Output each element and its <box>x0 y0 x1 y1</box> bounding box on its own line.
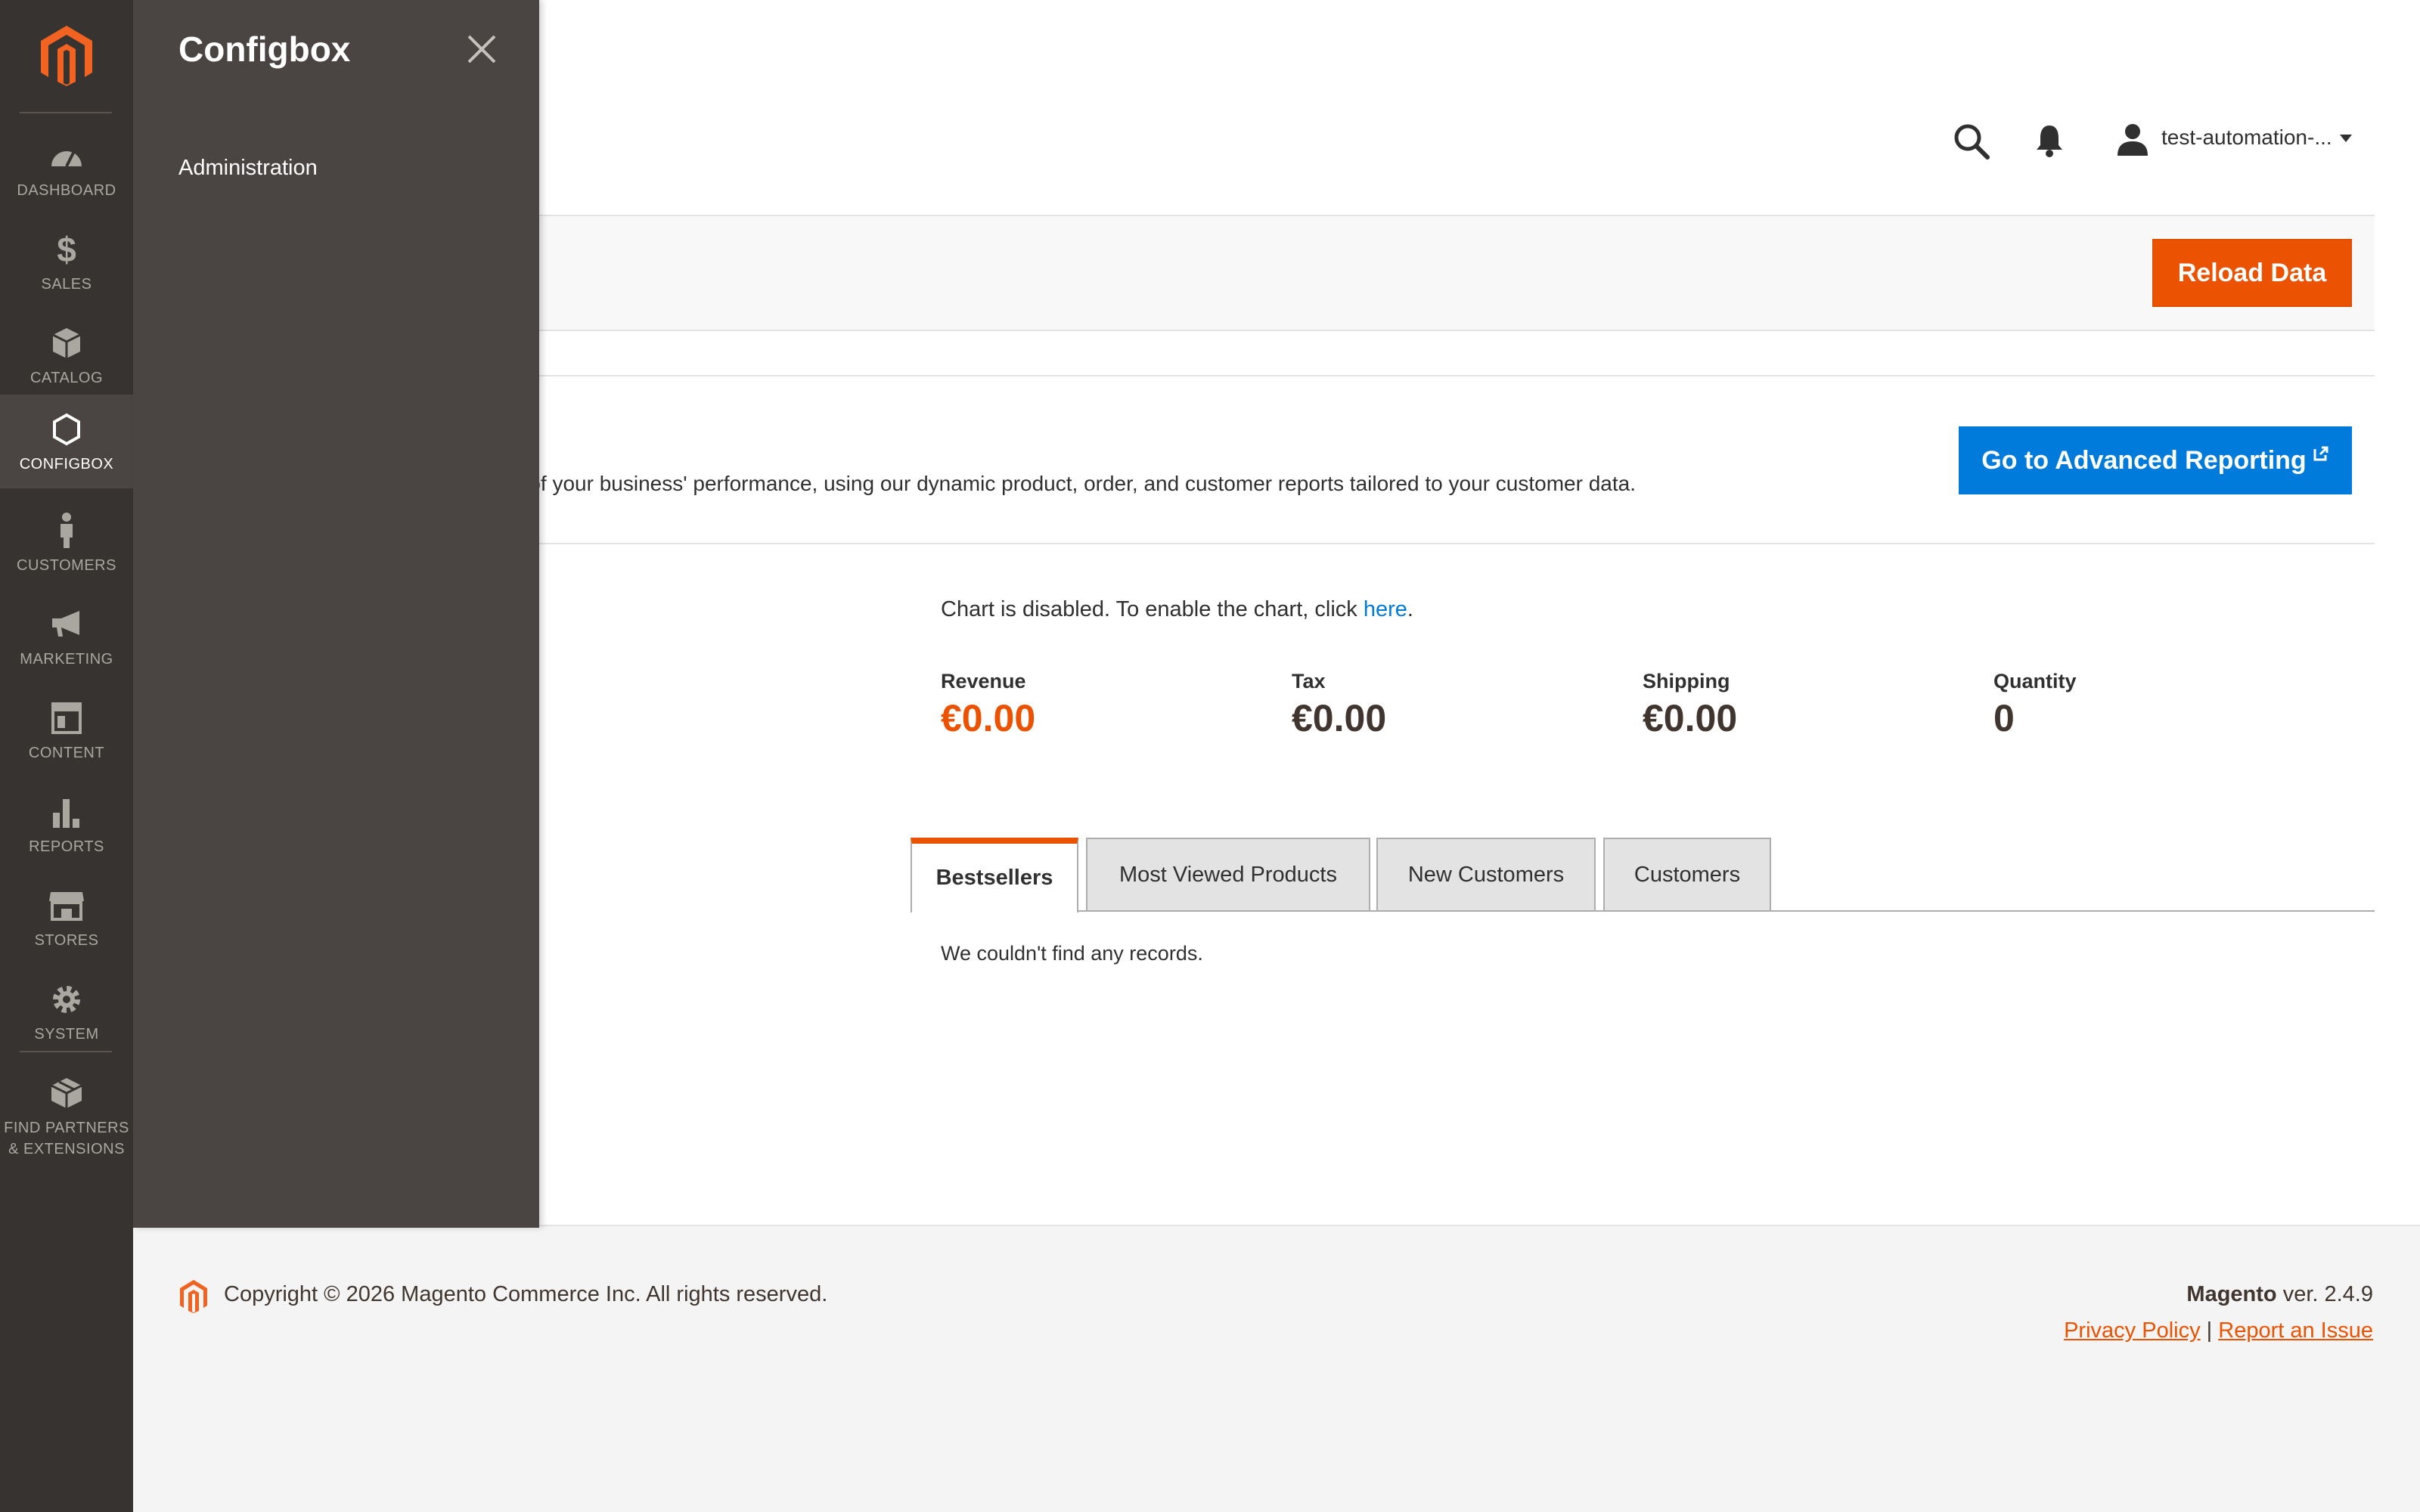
tab-customers[interactable]: Customers <box>1603 838 1771 912</box>
hexagon-icon <box>0 411 133 448</box>
bar-chart-icon <box>0 794 133 830</box>
person-icon <box>0 513 133 549</box>
page-footer <box>133 1225 2420 1512</box>
chart-disabled-note: Chart is disabled. To enable the chart, … <box>941 597 1413 622</box>
privacy-policy-link[interactable]: Privacy Policy <box>2064 1318 2201 1343</box>
tab-bestsellers[interactable]: Bestsellers <box>911 838 1078 913</box>
footer-links: Privacy Policy | Report an Issue <box>2064 1318 2373 1343</box>
total-value: €0.00 <box>1292 697 1387 739</box>
dollar-icon: $ <box>57 230 76 269</box>
nav-item-configbox[interactable]: CONFIGBOX <box>0 395 133 488</box>
go-to-advanced-reporting-button[interactable]: Go to Advanced Reporting <box>1959 426 2352 494</box>
bell-icon[interactable] <box>2034 124 2065 157</box>
menu-divider <box>20 112 112 113</box>
nav-extensions-line2: & EXTENSIONS <box>8 1141 125 1157</box>
total-value: €0.00 <box>941 697 1036 739</box>
megaphone-icon <box>0 606 133 643</box>
footer-separator: | <box>2206 1318 2213 1343</box>
nav-item-customers[interactable]: CUSTOMERS <box>0 496 133 590</box>
submenu-title: Configbox <box>178 29 351 69</box>
total-value: €0.00 <box>1643 697 1738 739</box>
chart-note-text: Chart is disabled. To enable the chart, … <box>941 597 1364 621</box>
chevron-down-icon[interactable] <box>2338 133 2353 144</box>
nav-item-sales[interactable]: $ SALES <box>0 215 133 308</box>
copyright-text: Copyright © 2026 Magento Commerce Inc. A… <box>224 1282 828 1306</box>
admin-menu: DASHBOARD $ SALES CATALOG CONFIGBOX CUST… <box>0 0 133 1512</box>
extensions-icon <box>0 1075 133 1111</box>
configbox-submenu: Configbox Administration <box>133 0 539 1228</box>
box-icon <box>0 325 133 361</box>
enable-chart-link[interactable]: here <box>1364 597 1407 621</box>
external-link-icon <box>2313 446 2328 461</box>
tab-new-customers[interactable]: New Customers <box>1376 838 1596 912</box>
user-icon[interactable] <box>2116 122 2149 157</box>
store-icon <box>0 888 133 924</box>
nav-extensions-line1: FIND PARTNERS <box>4 1120 129 1136</box>
reload-data-button[interactable]: Reload Data <box>2152 239 2352 307</box>
chart-note-suffix: . <box>1407 597 1413 621</box>
nav-item-content[interactable]: CONTENT <box>0 683 133 777</box>
nav-item-stores[interactable]: STORES <box>0 871 133 965</box>
advanced-reporting-label: Go to Advanced Reporting <box>1981 445 2307 475</box>
user-account-name[interactable]: test-automation-... <box>2161 125 2332 150</box>
total-label: Revenue <box>941 670 1026 692</box>
total-value: 0 <box>1993 697 2015 739</box>
nav-item-reports[interactable]: REPORTS <box>0 777 133 871</box>
total-revenue: Revenue €0.00 <box>941 670 1035 740</box>
magento-logo-icon <box>180 1280 207 1313</box>
nav-item-system[interactable]: SYSTEM <box>0 965 133 1058</box>
total-quantity: Quantity 0 <box>1993 670 2077 740</box>
total-label: Quantity <box>1993 670 2077 692</box>
tab-most-viewed-products[interactable]: Most Viewed Products <box>1086 838 1370 912</box>
nav-item-find-partners[interactable]: FIND PARTNERS & EXTENSIONS <box>0 1058 133 1157</box>
menu-divider <box>20 1051 112 1052</box>
total-shipping: Shipping €0.00 <box>1643 670 1737 740</box>
close-icon[interactable] <box>463 30 501 68</box>
nav-item-dashboard[interactable]: DASHBOARD <box>0 121 133 215</box>
magento-logo-icon[interactable] <box>38 24 95 88</box>
empty-grid-message: We couldn't find any records. <box>941 942 1203 965</box>
layout-icon <box>0 700 133 736</box>
nav-item-catalog[interactable]: CATALOG <box>0 308 133 402</box>
advanced-reporting-text: d of your business' performance, using o… <box>511 472 1636 495</box>
total-label: Shipping <box>1643 670 1730 692</box>
nav-item-marketing[interactable]: MARKETING <box>0 590 133 683</box>
search-icon[interactable] <box>1953 122 1990 160</box>
dashboard-icon <box>0 138 133 174</box>
report-issue-link[interactable]: Report an Issue <box>2218 1318 2373 1343</box>
gear-icon <box>0 981 133 1018</box>
submenu-link-administration[interactable]: Administration <box>178 156 318 181</box>
total-label: Tax <box>1292 670 1326 692</box>
total-tax: Tax €0.00 <box>1292 670 1386 740</box>
brand-name: Magento <box>2186 1282 2277 1306</box>
version-info: Magento ver. 2.4.9 <box>2186 1282 2373 1307</box>
version-text: ver. 2.4.9 <box>2276 1282 2373 1306</box>
